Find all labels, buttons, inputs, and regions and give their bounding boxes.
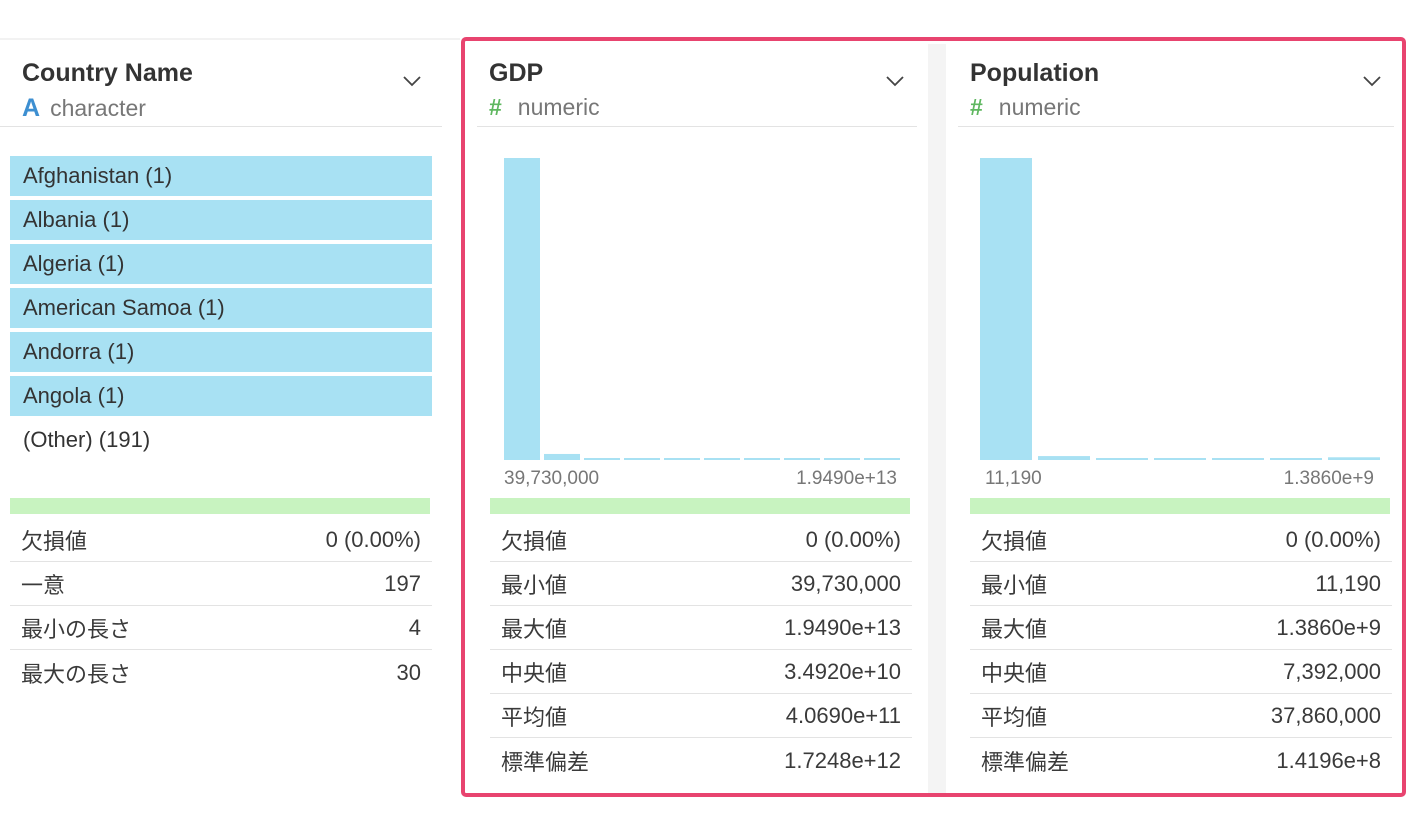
- stat-value: 1.3860e+9: [1276, 615, 1381, 640]
- stat-label: 平均値: [981, 705, 1048, 730]
- histogram-bar[interactable]: [824, 458, 860, 460]
- chevron-down-icon[interactable]: [402, 74, 422, 88]
- category-other: (Other) (191): [23, 427, 151, 452]
- stat-label: 欠損値: [981, 529, 1048, 554]
- histogram-bar[interactable]: [1096, 458, 1148, 460]
- stat-row-unique: 一意 197: [10, 563, 432, 606]
- category-item[interactable]: Afghanistan (1): [10, 156, 432, 196]
- column-header: Country Name Acharacter: [0, 40, 442, 127]
- histogram-bar[interactable]: [664, 458, 700, 460]
- column-type-label: character: [50, 95, 146, 121]
- stat-label: 平均値: [501, 705, 568, 730]
- stats-table: 欠損値 0 (0.00%) 最小値 11,190 最大値 1.3860e+9 中央値 7…: [970, 519, 1392, 783]
- column-title: Country Name: [22, 59, 193, 87]
- stat-value: 30: [396, 659, 421, 685]
- category-item[interactable]: American Samoa (1): [10, 288, 432, 328]
- stat-row-max-length: 最大の長さ 30: [10, 651, 432, 694]
- category-list: Afghanistan (1) Albania (1) Algeria (1) …: [10, 156, 432, 460]
- stat-label: 最小値: [501, 573, 568, 598]
- histogram-bar[interactable]: [744, 458, 780, 460]
- histogram-bar[interactable]: [504, 158, 540, 460]
- stat-row-mean: 平均値 4.0690e+11: [490, 695, 912, 738]
- stat-value: 0 (0.00%): [1285, 527, 1381, 552]
- stat-label: 中央値: [981, 661, 1048, 686]
- histogram-bar[interactable]: [1038, 456, 1090, 460]
- stat-label: 最小の長さ: [21, 617, 132, 642]
- stat-row-stddev: 標準偏差 1.4196e+8: [970, 739, 1392, 782]
- data-quality-bar: [10, 498, 430, 514]
- stat-value: 11,190: [1315, 571, 1381, 596]
- column-card-gdp: GDP # numeric 39,730,000 1.9490e+13 欠損値 0 …: [467, 40, 927, 800]
- histogram-bar[interactable]: [980, 158, 1032, 460]
- histogram-bar[interactable]: [1212, 458, 1264, 460]
- histogram-bar[interactable]: [544, 453, 580, 460]
- histogram-bar[interactable]: [704, 458, 740, 460]
- column-type: Acharacter: [22, 94, 146, 123]
- stat-label: 最大の長さ: [21, 661, 132, 687]
- stat-value: 0 (0.00%): [805, 527, 901, 552]
- stat-label: 欠損値: [21, 529, 88, 554]
- stat-label: 最大値: [981, 617, 1048, 642]
- column-card-country-name: Country Name Acharacter Afghanistan (1) …: [0, 40, 442, 800]
- column-card-population: Population # numeric 11,190 1.3860e+9 欠損値…: [948, 40, 1404, 800]
- stat-label: 欠損値: [501, 529, 568, 554]
- histogram-bar[interactable]: [1270, 458, 1322, 460]
- stat-value: 1.7248e+12: [784, 747, 901, 773]
- stat-value: 1.4196e+8: [1276, 747, 1381, 773]
- stat-row-min-length: 最小の長さ 4: [10, 607, 432, 650]
- stat-value: 197: [384, 571, 421, 596]
- stat-value: 4.0690e+11: [785, 703, 901, 728]
- stat-label: 最小値: [981, 573, 1048, 598]
- data-quality-bar: [490, 498, 910, 514]
- stats-table: 欠損値 0 (0.00%) 最小値 39,730,000 最大値 1.9490e+13…: [490, 519, 912, 783]
- stat-value: 7,392,000: [1283, 659, 1381, 684]
- category-item[interactable]: Albania (1): [10, 200, 432, 240]
- stat-value: 4: [408, 615, 421, 640]
- stat-label: 最大値: [501, 617, 568, 642]
- stat-row-missing: 欠損値 0 (0.00%): [490, 519, 912, 562]
- stat-value: 37,860,000: [1270, 703, 1381, 728]
- stat-value: 3.4920e+10: [784, 659, 901, 684]
- histogram-bar[interactable]: [1154, 458, 1206, 460]
- axis-min-label: 39,730,000: [504, 468, 600, 489]
- stat-row-min: 最小値 39,730,000: [490, 563, 912, 606]
- stats-table: 欠損値 0 (0.00%) 一意 197 最小の長さ 4 最大の長さ 30: [10, 519, 432, 695]
- histogram-bar[interactable]: [1328, 457, 1380, 460]
- category-item[interactable]: Angola (1): [10, 376, 432, 416]
- stat-value: 39,730,000: [790, 571, 901, 596]
- histogram-bar[interactable]: [784, 458, 820, 460]
- axis-max-label: 1.3860e+9: [1283, 468, 1374, 489]
- stat-row-missing: 欠損値 0 (0.00%): [970, 519, 1392, 562]
- stat-row-max: 最大値 1.3860e+9: [970, 607, 1392, 650]
- stat-row-stddev: 標準偏差 1.7248e+12: [490, 739, 912, 782]
- category-item[interactable]: Andorra (1): [10, 332, 432, 372]
- histogram-bar[interactable]: [624, 458, 660, 460]
- axis-max-label: 1.9490e+13: [796, 468, 897, 489]
- stat-value: 1.9490e+13: [784, 615, 901, 640]
- stat-row-max: 最大値 1.9490e+13: [490, 607, 912, 650]
- character-type-icon: A: [22, 94, 41, 122]
- histogram-chart: [504, 158, 900, 460]
- stat-label: 標準偏差: [981, 749, 1070, 775]
- stat-label: 中央値: [501, 661, 568, 686]
- histogram-chart: [980, 158, 1380, 460]
- stat-label: 一意: [21, 573, 66, 598]
- stat-row-missing: 欠損値 0 (0.00%): [10, 519, 432, 562]
- column-gutter: [928, 44, 946, 794]
- stat-row-min: 最小値 11,190: [970, 563, 1392, 606]
- stat-label: 標準偏差: [501, 749, 590, 775]
- stat-value: 0 (0.00%): [325, 527, 421, 552]
- category-item[interactable]: Algeria (1): [10, 244, 432, 284]
- stat-row-median: 中央値 7,392,000: [970, 651, 1392, 694]
- histogram-bar[interactable]: [864, 458, 900, 460]
- axis-min-label: 11,190: [985, 468, 1042, 489]
- stat-row-mean: 平均値 37,860,000: [970, 695, 1392, 738]
- data-quality-bar: [970, 498, 1390, 514]
- stat-row-median: 中央値 3.4920e+10: [490, 651, 912, 694]
- histogram-bar[interactable]: [584, 458, 620, 460]
